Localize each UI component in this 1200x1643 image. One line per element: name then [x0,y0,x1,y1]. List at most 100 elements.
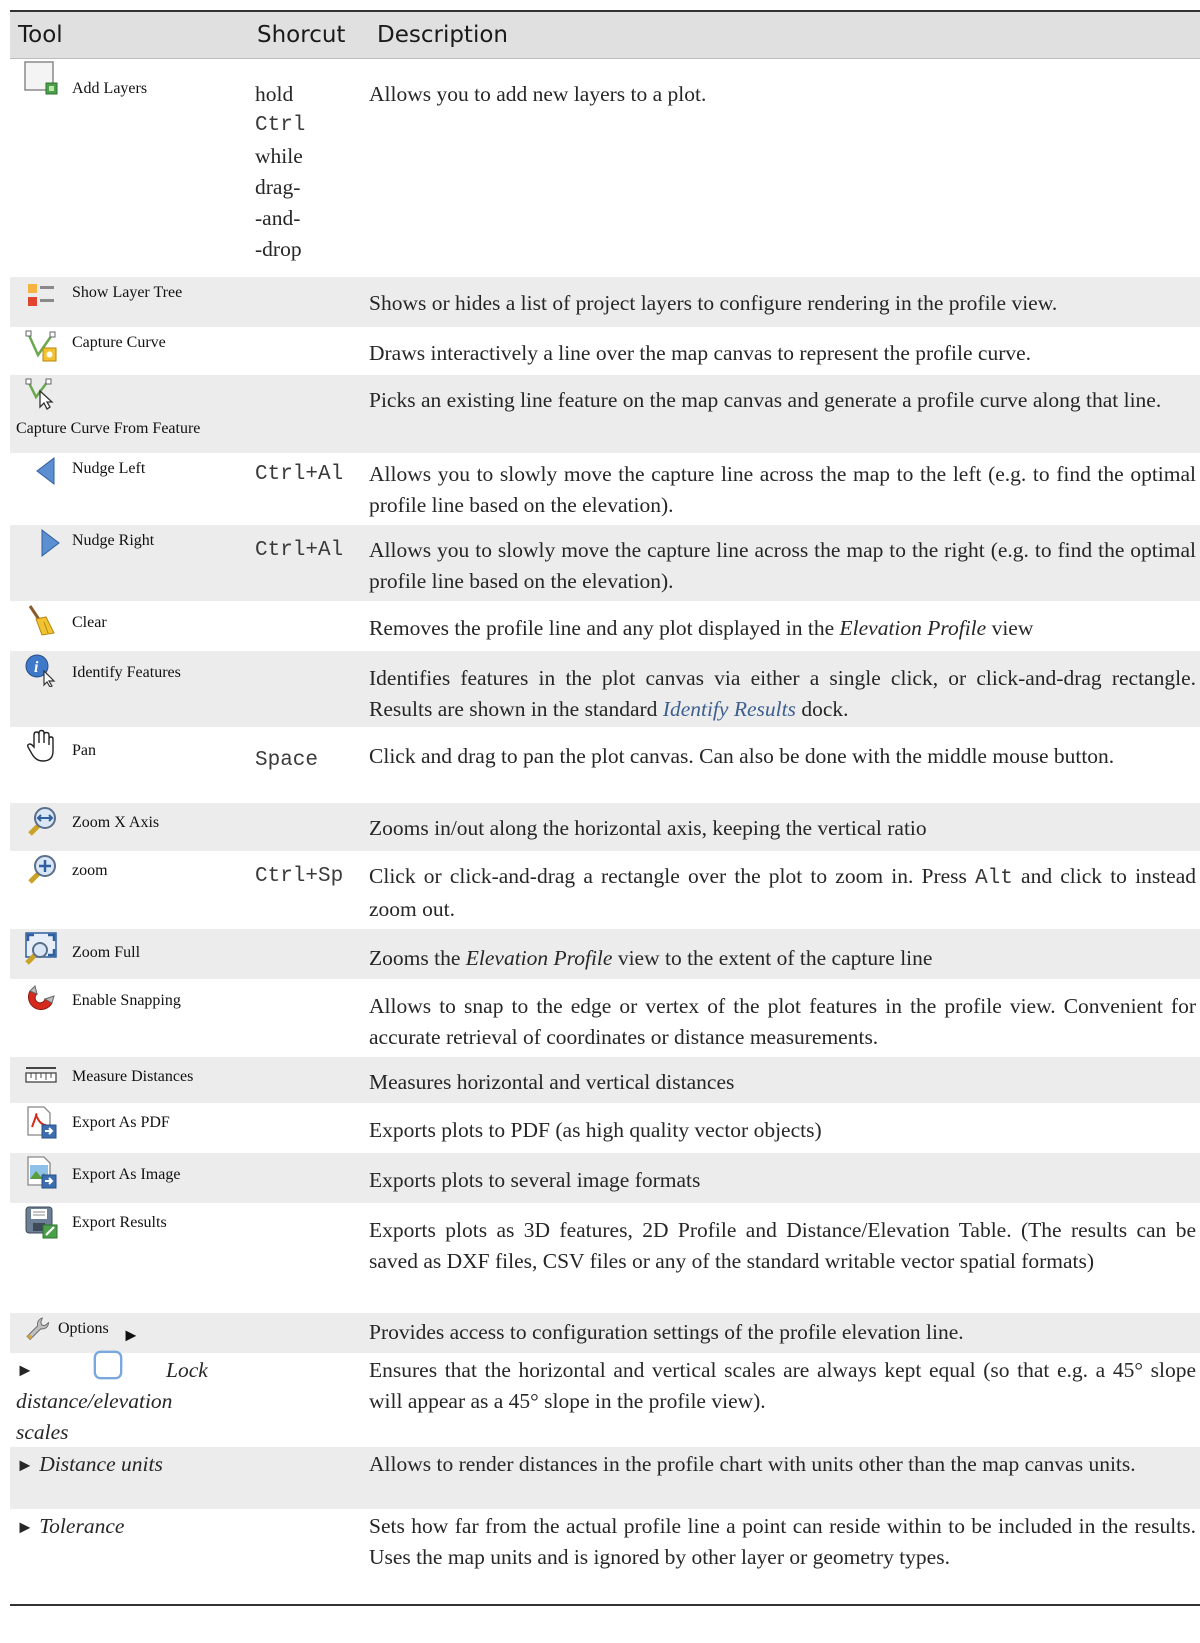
table-row: Export As PDF Exports plots to PDF (as h… [10,1103,1200,1153]
tool-cell: ► Lock distance/elevation scales [10,1350,249,1447]
description-text: Allows you to add new layers to a plot. [369,82,707,106]
tool-cell: Pan [10,727,249,803]
description-cell: Removes the profile line and any plot di… [369,601,1200,651]
tool-label: Measure Distances [72,1067,194,1085]
tool-label: Export Results [72,1213,167,1231]
tool-label: Zoom X Axis [72,813,160,831]
table-row: Enable Snapping Allows to snap to the ed… [10,979,1200,1057]
shortcut-cell [249,1056,369,1103]
description-cell: Allows to render distances in the profil… [369,1446,1200,1509]
tool-label: Zoom Full [72,943,141,961]
shortcut-cell [249,327,369,375]
description-cell: Provides access to configuration setting… [369,1312,1200,1353]
description-emphasis: Elevation Profile [839,615,987,640]
export-image-icon[interactable] [24,1155,58,1189]
description-cell: Ensures that the horizontal and vertical… [369,1353,1200,1447]
shortcut-cell [249,276,369,327]
shortcut-cell [249,1312,369,1353]
tool-cell: Export As PDF [10,1103,249,1153]
table-row: Export Results Exports plots as 3D featu… [10,1203,1200,1313]
shortcut-key: Space [255,748,319,772]
capture-curve-icon[interactable] [24,329,58,363]
tool-label: Export As Image [72,1165,181,1183]
tool-label: Nudge Left [72,459,146,477]
tool-label: Add Layers [72,80,148,97]
tools-table: Tool Shorcut Description Add Layers hold… [10,10,1200,1606]
tool-cell: Nudge Left [10,453,249,525]
shortcut-cell: Ctrl+Sp [249,851,369,929]
shortcut-key: Ctrl+Sp [255,864,344,888]
description-cell: Zooms the Elevation Profile view to the … [369,928,1200,979]
description-cell: Allows you to slowly move the capture li… [369,453,1200,525]
nudge-right-icon[interactable] [32,527,66,561]
table-row: Capture Curve From Feature Picks an exis… [10,374,1200,453]
tool-label: Distance units [39,1451,163,1476]
table-row: Export As Image Exports plots to several… [10,1152,1200,1203]
description-text: Sets how far from the actual profile lin… [369,1513,1196,1569]
description-text: Click or click-and-drag a rectangle over… [369,861,1196,925]
shortcut-line: drag- [255,175,301,199]
add-layers-icon[interactable] [24,61,58,95]
options-wrench-icon[interactable] [24,1315,50,1341]
nudge-left-icon[interactable] [32,455,66,489]
tool-cell: zoom [10,851,249,929]
pan-hand-icon[interactable] [24,729,58,763]
description-emphasis: Elevation Profile [465,945,613,970]
tool-cell: ► Distance units [10,1446,249,1509]
description-text: Measures horizontal and vertical distanc… [369,1069,735,1094]
zoom-full-icon[interactable] [24,931,58,965]
shortcut-key: Ctrl [255,114,306,137]
clear-icon[interactable] [24,603,58,637]
description-text: Allows to render distances in the profil… [369,1451,1136,1476]
tool-label: Lock distance/elevation scales [16,1357,208,1444]
description-part: Zooms the [369,945,466,970]
shortcut-cell [249,1446,369,1509]
table-row: ► Tolerance Sets how far from the actual… [10,1509,1200,1605]
table-row: ► Distance units Allows to render distan… [10,1446,1200,1509]
tool-label: zoom [72,861,108,879]
shortcut-line: while [255,144,303,168]
description-cell: Click and drag to pan the plot canvas. C… [369,727,1200,803]
submenu-arrow-icon: ► [16,1516,34,1537]
shortcut-cell [249,374,369,453]
table-header-row: Tool Shorcut Description [10,11,1200,59]
description-text: Allows you to slowly move the capture li… [369,461,1196,517]
shortcut-cell [249,1203,369,1313]
tool-label: Tolerance [39,1513,125,1538]
table-row: Show Layer Tree Shows or hides a list of… [10,276,1200,327]
capture-curve-from-feature-icon[interactable] [24,377,58,411]
description-text: Allows to snap to the edge or vertex of … [369,993,1196,1049]
description-cell: Allows to snap to the edge or vertex of … [369,979,1200,1057]
zoom-in-icon[interactable] [24,853,58,887]
table-row: Capture Curve Draws interactively a line… [10,327,1200,375]
tool-cell: Measure Distances [10,1056,249,1103]
identify-results-link[interactable]: Identify Results [663,697,796,721]
table-row: Pan Space Click and drag to pan the plot… [10,727,1200,803]
description-cell: Identifies features in the plot canvas v… [369,650,1200,727]
table-row: zoom Ctrl+Sp Click or click-and-drag a r… [10,851,1200,929]
description-cell: Exports plots to PDF (as high quality ve… [369,1103,1200,1153]
export-results-icon[interactable] [24,1205,58,1239]
description-cell: Exports plots as 3D features, 2D Profile… [369,1203,1200,1313]
table-row: Measure Distances Measures horizontal an… [10,1056,1200,1103]
table-row: Zoom Full Zooms the Elevation Profile vi… [10,928,1200,979]
description-text: Provides access to configuration setting… [369,1319,964,1344]
description-cell: Shows or hides a list of project layers … [369,276,1200,327]
description-cell: Click or click-and-drag a rectangle over… [369,851,1200,929]
description-part: dock. [795,696,849,721]
table-row: ► Lock distance/elevation scales Ensures… [10,1350,1200,1447]
shortcut-key: Ctrl+Al [255,462,344,486]
tool-cell: Zoom Full [10,928,249,979]
identify-features-icon[interactable]: i [24,653,58,687]
snapping-magnet-icon[interactable] [24,981,58,1015]
layer-tree-icon[interactable] [24,280,58,314]
tool-label: Export As PDF [72,1113,170,1131]
measure-ruler-icon[interactable] [24,1060,58,1094]
description-text: Zooms in/out along the horizontal axis, … [369,815,927,840]
zoom-x-axis-icon[interactable] [24,805,58,839]
export-pdf-icon[interactable] [24,1105,58,1139]
shortcut-cell [249,979,369,1057]
tool-cell: Capture Curve From Feature [10,374,249,453]
tool-cell: Clear [10,601,249,651]
tool-cell: Add Layers [10,59,249,277]
